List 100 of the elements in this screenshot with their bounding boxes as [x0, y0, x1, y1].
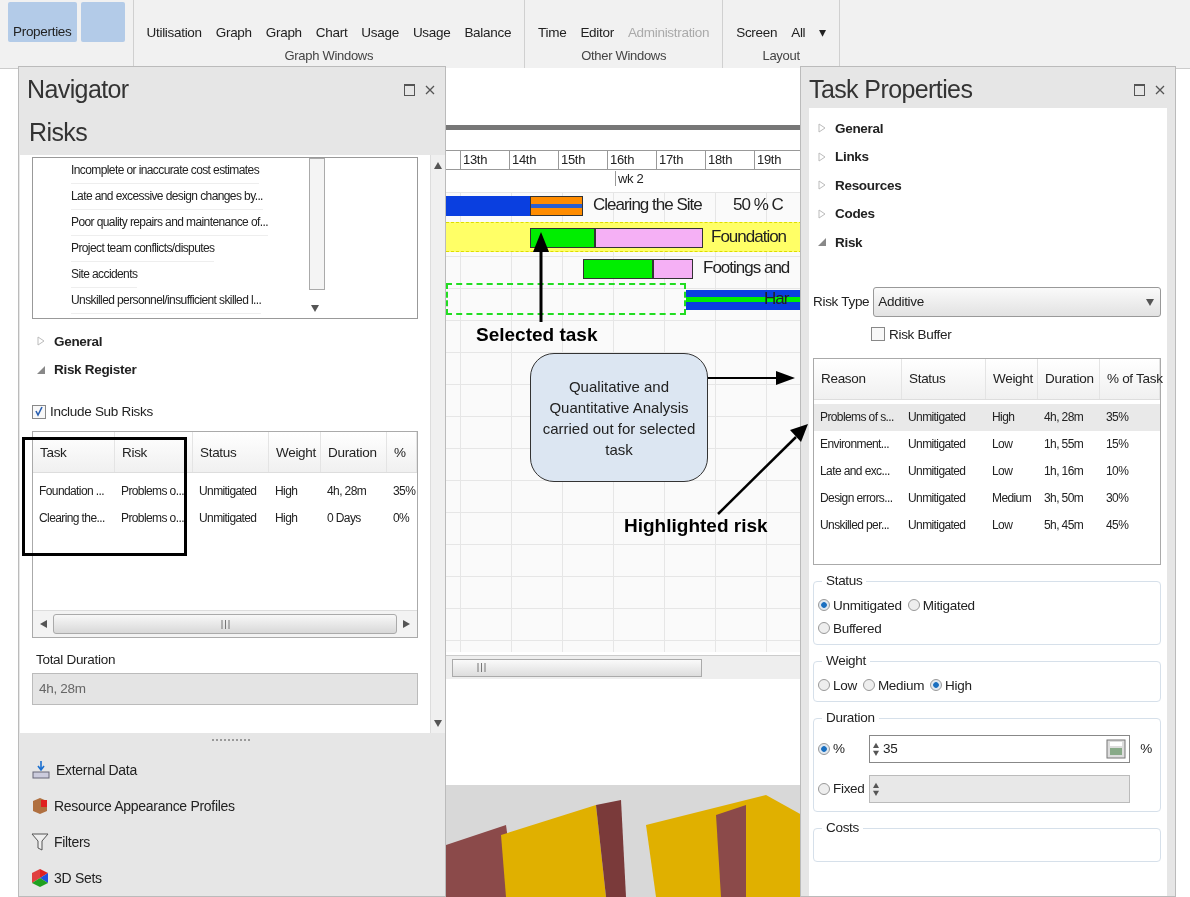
- date-header: 15th: [558, 151, 607, 169]
- task-label: Clearing the Site: [593, 194, 702, 216]
- ribbon-button[interactable]: Editor: [575, 23, 619, 42]
- list-item[interactable]: Unskilled personnel/insufficient skilled l...: [71, 288, 262, 314]
- splitter-handle[interactable]: [212, 739, 252, 742]
- horizontal-scrollbar[interactable]: [33, 610, 417, 637]
- section-header[interactable]: Risk: [835, 234, 863, 250]
- close-icon[interactable]: [1155, 84, 1165, 95]
- right-arrow-icon[interactable]: [403, 620, 411, 628]
- column-header[interactable]: Reason: [814, 358, 902, 399]
- tool-item[interactable]: External Data: [56, 762, 137, 778]
- ribbon-button[interactable]: Balance: [459, 23, 517, 42]
- radio-label: Medium: [877, 677, 925, 693]
- radio-button[interactable]: [818, 599, 830, 611]
- up-arrow-icon[interactable]: [873, 741, 879, 748]
- up-arrow-icon[interactable]: [873, 781, 879, 788]
- grip-icon: [220, 619, 230, 629]
- down-arrow-icon[interactable]: [873, 749, 879, 756]
- risk-type-dropdown[interactable]: Additive: [873, 286, 1161, 317]
- group-label: Layout: [762, 48, 800, 63]
- down-arrow-icon[interactable]: [873, 789, 879, 796]
- down-arrow-icon[interactable]: [434, 719, 442, 727]
- table-row[interactable]: Late and exc... Unmitigated Low 1h, 16m 10%: [814, 457, 1160, 485]
- section-header[interactable]: General: [835, 120, 884, 136]
- column-header[interactable]: Weight: [986, 358, 1038, 399]
- task-bar[interactable]: [446, 196, 583, 216]
- list-item[interactable]: Site accidents: [71, 262, 138, 288]
- column-header[interactable]: Status: [193, 432, 269, 472]
- tool-item[interactable]: Resource Appearance Profiles: [54, 798, 235, 814]
- task-bar[interactable]: [530, 228, 703, 248]
- up-arrow-icon[interactable]: [434, 161, 442, 169]
- section-header[interactable]: Risk Register: [54, 362, 137, 378]
- checkbox[interactable]: [32, 404, 46, 419]
- table-row[interactable]: Design errors... Unmitigated Medium 3h, 50m 30%: [814, 484, 1160, 512]
- left-arrow-icon[interactable]: [39, 620, 47, 628]
- radio-button[interactable]: [818, 622, 830, 634]
- horizontal-scrollbar[interactable]: [446, 655, 802, 679]
- calculator-icon[interactable]: [1106, 738, 1126, 759]
- radio-button[interactable]: [818, 679, 830, 691]
- section-header[interactable]: Resources: [835, 177, 902, 193]
- ribbon-button[interactable]: All: [786, 23, 811, 42]
- week-label: wk 2: [615, 171, 644, 186]
- table-row[interactable]: Problems of s... Unmitigated High 4h, 28m 35%: [814, 403, 1160, 431]
- expanded-triangle-icon[interactable]: [817, 237, 827, 248]
- table-row[interactable]: Unskilled per... Unmitigated Low 5h, 45m 45%: [814, 511, 1160, 539]
- ribbon-button[interactable]: Screen: [731, 23, 783, 42]
- date-header: 13th: [460, 151, 509, 169]
- list-item[interactable]: Project team conflicts/disputes: [71, 236, 215, 262]
- progress-label: 50 % C: [733, 194, 783, 216]
- ribbon-button[interactable]: Usage: [356, 23, 404, 42]
- ribbon-button[interactable]: Usage: [407, 23, 456, 42]
- ribbon-button[interactable]: ▾: [814, 22, 831, 42]
- column-header[interactable]: %: [387, 432, 417, 472]
- table-cell-text: 5h, 45m: [1043, 518, 1085, 532]
- maximize-icon[interactable]: [404, 83, 415, 96]
- tool-item[interactable]: Filters: [54, 834, 90, 850]
- radio-label: Buffered: [833, 620, 882, 636]
- down-arrow-icon[interactable]: [1146, 297, 1154, 306]
- column-header[interactable]: Task: [33, 432, 115, 472]
- column-header[interactable]: Duration: [321, 432, 387, 472]
- tool-item[interactable]: 3D Sets: [54, 870, 102, 886]
- radio-button[interactable]: [862, 679, 875, 691]
- column-header[interactable]: Status: [902, 358, 986, 399]
- number-input[interactable]: 35: [869, 734, 1130, 763]
- radio-label: Low: [833, 677, 857, 693]
- radio-button[interactable]: [818, 782, 830, 795]
- list-item[interactable]: Late and excessive design changes by...: [71, 184, 263, 210]
- task-bar[interactable]: [583, 259, 693, 279]
- radio-button[interactable]: [930, 679, 943, 691]
- number-input[interactable]: [869, 774, 1130, 803]
- maximize-icon[interactable]: [1134, 83, 1145, 96]
- vertical-scrollbar[interactable]: [430, 155, 445, 733]
- ribbon-button[interactable]: Properties: [8, 2, 77, 42]
- ribbon-button[interactable]: Utilisation: [141, 23, 207, 42]
- expanded-triangle-icon[interactable]: [36, 364, 46, 375]
- scroll-thumb[interactable]: [309, 158, 325, 290]
- table-cell-text: Foundation ...: [38, 483, 105, 498]
- radio-button[interactable]: [818, 742, 830, 755]
- checkbox[interactable]: [871, 327, 885, 341]
- ribbon-button[interactable]: Graph: [210, 23, 257, 42]
- list-item[interactable]: Incomplete or inaccurate cost estimates: [71, 158, 260, 184]
- down-arrow-icon[interactable]: [311, 304, 319, 312]
- list-item[interactable]: Poor quality repairs and maintenance of...: [71, 210, 268, 236]
- column-header[interactable]: Duration: [1038, 358, 1100, 399]
- column-header[interactable]: Risk: [115, 432, 193, 472]
- table-row[interactable]: Environment... Unmitigated Low 1h, 55m 15%: [814, 430, 1160, 458]
- close-icon[interactable]: [425, 84, 435, 95]
- radio-button[interactable]: [907, 599, 920, 611]
- annotation-label: Selected task: [476, 324, 598, 346]
- ribbon-button[interactable]: Chart: [310, 23, 353, 42]
- section-header[interactable]: Links: [835, 149, 869, 165]
- table-cell-text: 30%: [1105, 491, 1130, 505]
- table-cell-text: Environment...: [819, 437, 890, 451]
- section-header[interactable]: General: [54, 333, 103, 349]
- column-header[interactable]: Weight: [269, 432, 321, 472]
- table-cell-text: Unmitigated: [907, 464, 967, 478]
- ribbon-button[interactable]: Graph: [260, 23, 307, 42]
- section-header[interactable]: Codes: [835, 206, 875, 222]
- ribbon-button[interactable]: Time: [533, 23, 572, 42]
- hexagon-icon: [31, 868, 49, 888]
